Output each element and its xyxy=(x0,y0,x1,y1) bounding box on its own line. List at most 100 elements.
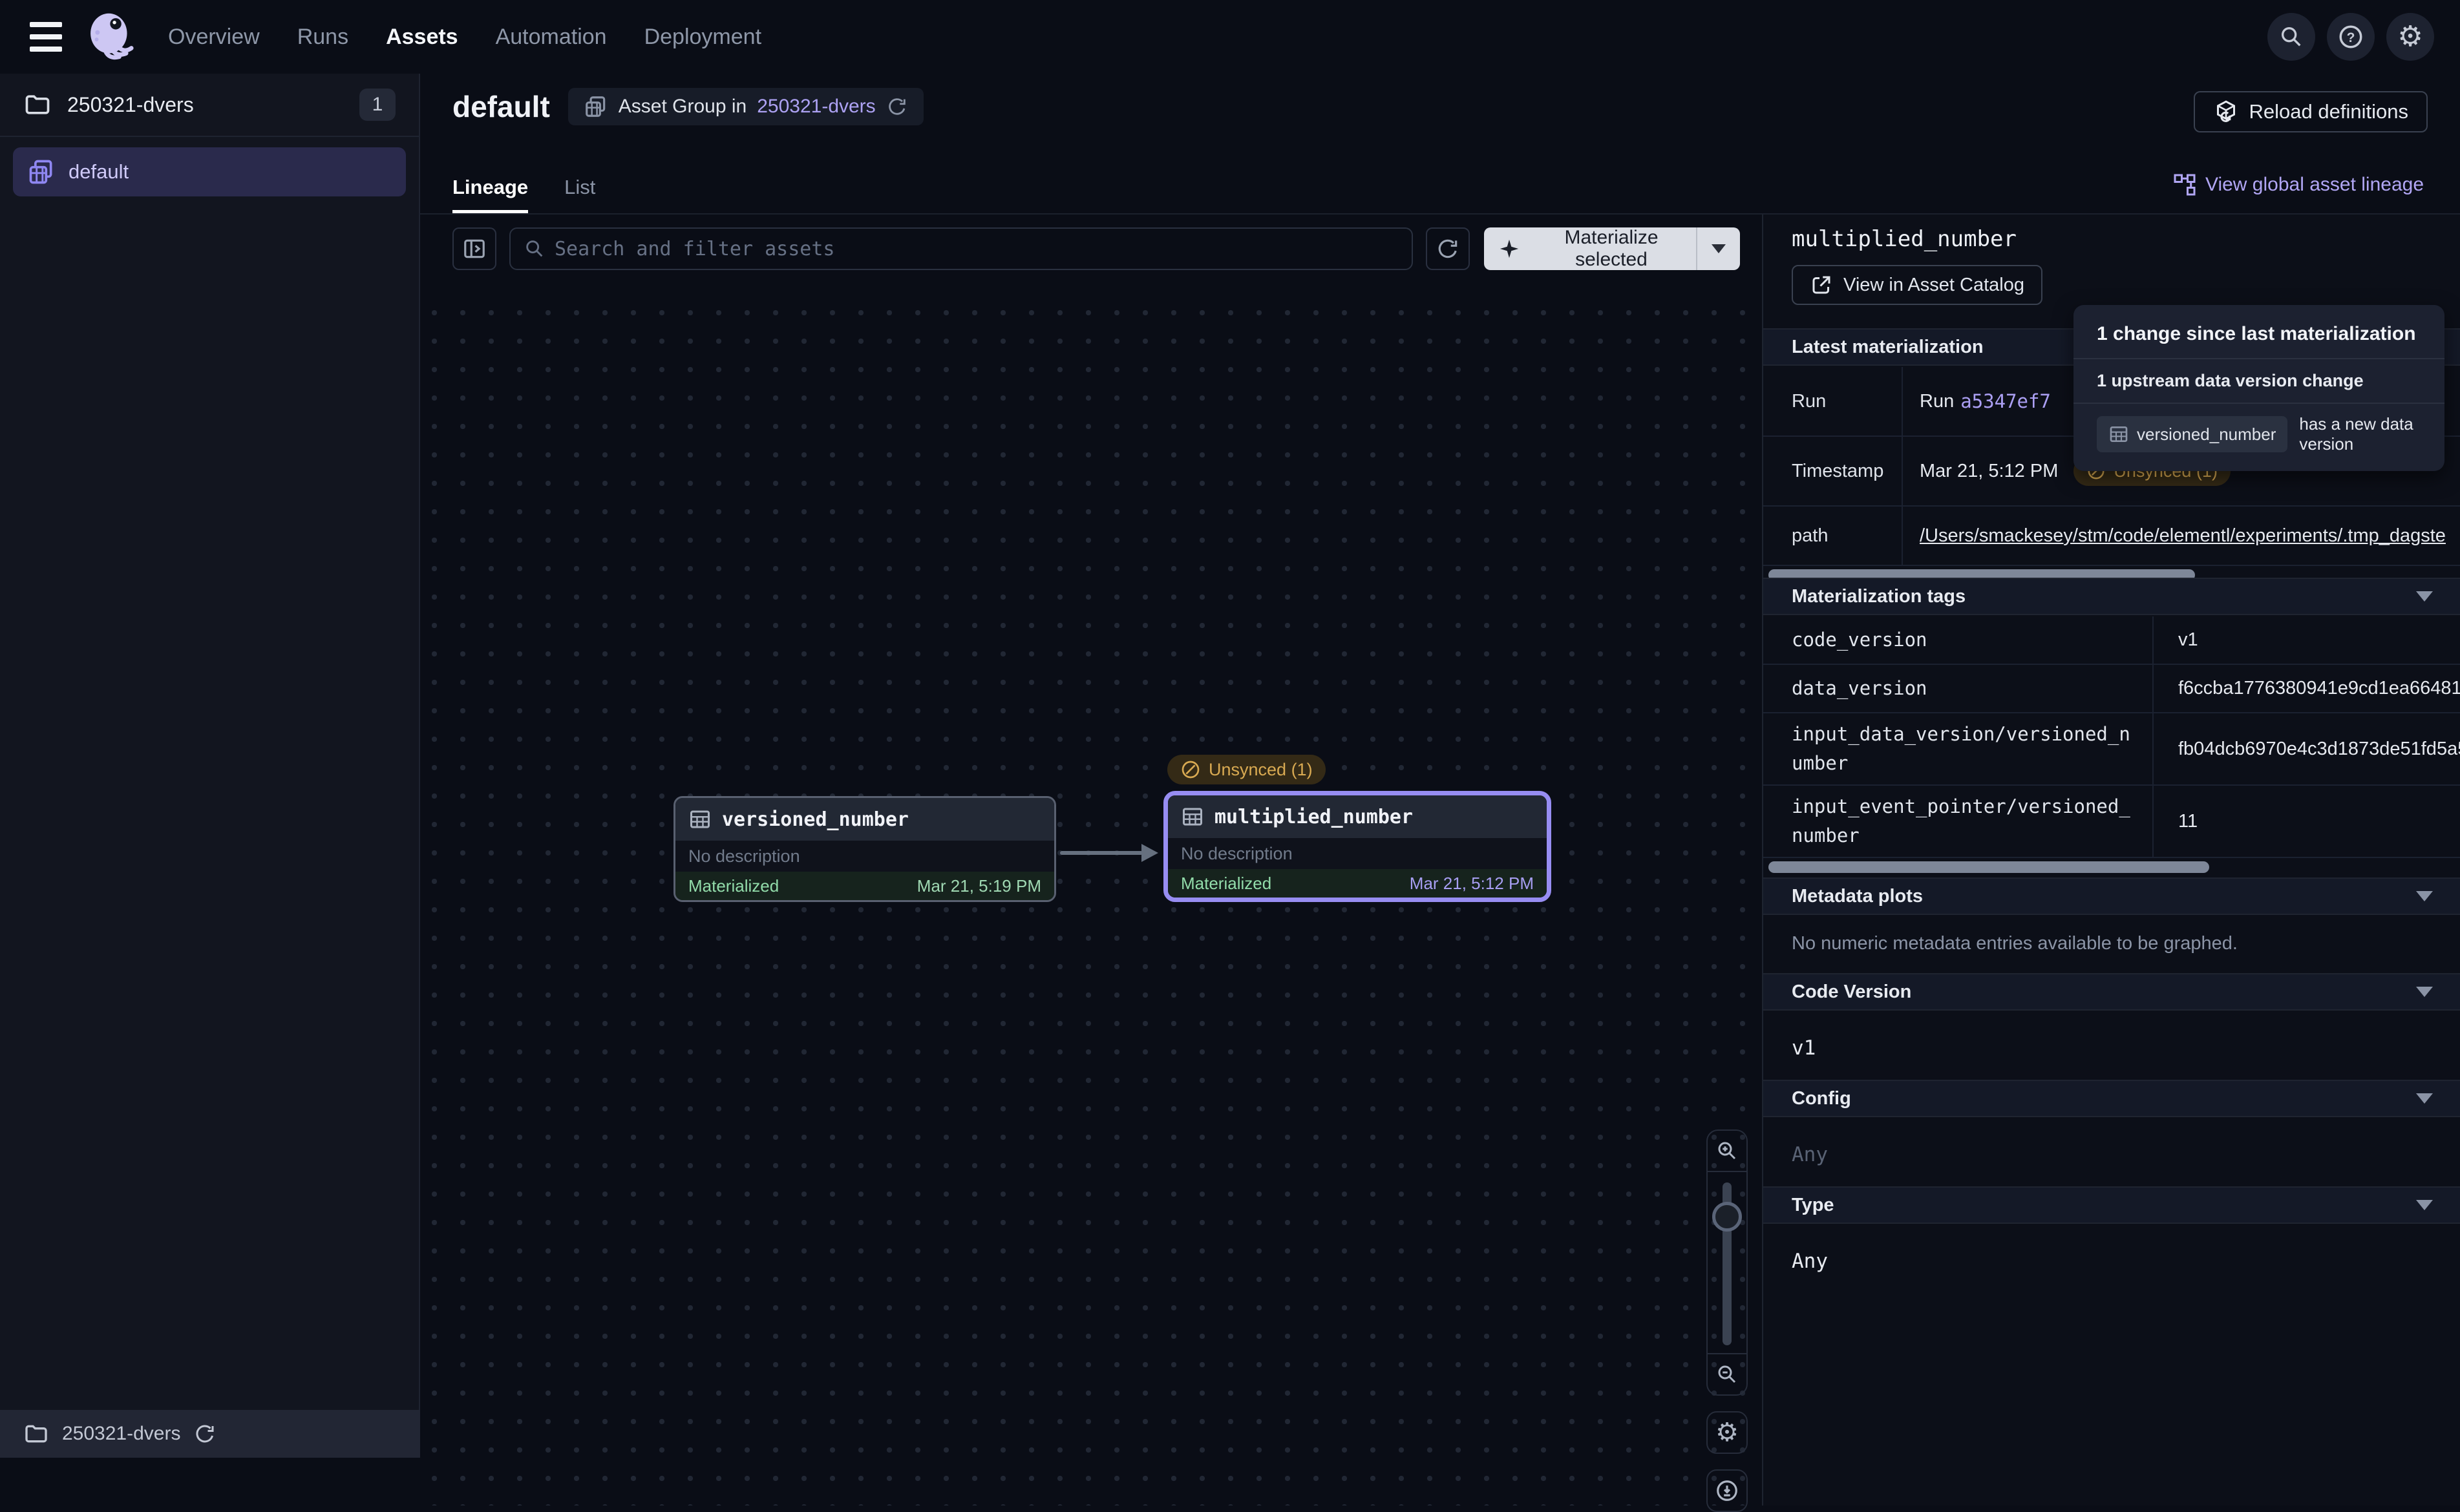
section-type[interactable]: Type xyxy=(1763,1186,2460,1224)
type-value: Any xyxy=(1792,1250,1828,1273)
chevron-down-icon[interactable] xyxy=(2416,1200,2433,1210)
asset-description: No description xyxy=(675,841,1054,872)
materialize-selected-button[interactable]: Materialize selected xyxy=(1484,227,1740,270)
section-code-version[interactable]: Code Version xyxy=(1763,973,2460,1011)
asset-groups-sidebar: 250321-dvers 1 default 250321-dvers xyxy=(0,74,420,1458)
sidebar-item-default[interactable]: default xyxy=(13,147,406,196)
lineage-graph-icon xyxy=(2173,173,2196,196)
search-button[interactable] xyxy=(2267,13,2315,61)
nav-item-overview[interactable]: Overview xyxy=(168,25,260,50)
tag-key: input_event_pointer/versioned_number xyxy=(1763,786,2154,857)
table-row: path /Users/smackesey/stm/code/elementl/… xyxy=(1763,507,2460,566)
menu-icon[interactable] xyxy=(26,13,74,61)
reload-label: Reload definitions xyxy=(2249,100,2408,123)
asset-name: versioned_number xyxy=(722,808,909,831)
footer-group-name: 250321-dvers xyxy=(62,1423,180,1445)
collapse-panel-button[interactable] xyxy=(452,227,496,270)
section-metadata-plots[interactable]: Metadata plots xyxy=(1763,877,2460,915)
path-link[interactable]: /Users/smackesey/stm/code/elementl/exper… xyxy=(1920,525,2446,547)
nav-actions: ? ⚙ xyxy=(2267,13,2434,61)
upstream-asset-name: versioned_number xyxy=(2137,425,2276,445)
chip-group-link[interactable]: 250321-dvers xyxy=(757,96,875,118)
unsynced-badge[interactable]: Unsynced (1) xyxy=(1167,755,1326,784)
nav-item-automation[interactable]: Automation xyxy=(496,25,607,50)
sidebar-footer[interactable]: 250321-dvers xyxy=(0,1410,420,1458)
row-label: Timestamp xyxy=(1763,437,1903,505)
chevron-down-icon[interactable] xyxy=(1712,244,1726,253)
asset-group-icon xyxy=(584,94,608,119)
tag-value: fb04dcb6970e4c3d1873de51fd5a55 xyxy=(2154,713,2460,784)
search-icon xyxy=(2278,24,2304,50)
view-global-lineage-link[interactable]: View global asset lineage xyxy=(2173,173,2424,196)
search-input[interactable] xyxy=(555,238,1399,260)
group-name: 250321-dvers xyxy=(67,93,194,117)
asset-details-panel: multiplied_number View in Asset Catalog … xyxy=(1762,215,2460,1506)
asset-node-multiplied-number[interactable]: multiplied_number No description Materia… xyxy=(1163,791,1551,902)
selected-asset-title: multiplied_number xyxy=(1792,226,2017,252)
run-id-link[interactable]: a5347ef7 xyxy=(1960,390,2051,412)
tag-value: 11 xyxy=(2154,786,2460,857)
tag-value: f6ccba1776380941e9cd1ea66481d8 xyxy=(2154,665,2460,712)
nav-item-assets[interactable]: Assets xyxy=(386,25,458,50)
tag-value: v1 xyxy=(2154,616,2460,664)
tag-key: code_version xyxy=(1763,616,2154,664)
horizontal-scrollbar[interactable] xyxy=(1768,861,2209,873)
section-materialization-tags[interactable]: Materialization tags xyxy=(1763,578,2460,615)
sidebar-item-label: default xyxy=(69,160,129,184)
chevron-down-icon[interactable] xyxy=(2416,891,2433,901)
button-divider xyxy=(1696,227,1697,270)
chevron-down-icon[interactable] xyxy=(2416,1093,2433,1104)
download-icon xyxy=(1715,1478,1739,1503)
zoom-out-icon xyxy=(1715,1363,1739,1386)
zoom-in-button[interactable] xyxy=(1708,1131,1746,1172)
refresh-icon[interactable] xyxy=(193,1422,217,1445)
help-icon: ? xyxy=(2337,23,2364,50)
zoom-slider-knob[interactable] xyxy=(1712,1202,1742,1232)
asset-group-chip[interactable]: Asset Group in 250321-dvers xyxy=(568,88,924,125)
zoom-out-button[interactable] xyxy=(1708,1353,1746,1394)
refresh-icon[interactable] xyxy=(886,96,908,118)
upstream-asset-chip[interactable]: versioned_number xyxy=(2097,416,2287,452)
asset-node-versioned-number[interactable]: versioned_number No description Material… xyxy=(673,796,1056,902)
materialization-timestamp[interactable]: Mar 21, 5:19 PM xyxy=(917,876,1041,896)
catalog-button-label: View in Asset Catalog xyxy=(1843,275,2024,296)
change-tooltip: 1 change since last materialization 1 up… xyxy=(2073,305,2444,471)
materialization-tags-table: code_version v1 data_version f6ccba17763… xyxy=(1763,616,2460,858)
table-icon xyxy=(1181,805,1204,828)
section-title: Latest materialization xyxy=(1792,337,1984,358)
chevron-down-icon[interactable] xyxy=(2416,987,2433,997)
run-prefix: Run xyxy=(1920,391,1954,412)
sidebar-group-row[interactable]: 250321-dvers 1 xyxy=(0,74,419,137)
settings-button[interactable]: ⚙ xyxy=(2386,13,2434,61)
asset-group-icon xyxy=(27,158,56,186)
refresh-graph-button[interactable] xyxy=(1426,227,1470,270)
folder-icon xyxy=(23,90,52,119)
lineage-graph-canvas[interactable]: Materialize selected Unsynced (1) versio… xyxy=(420,215,1762,1506)
help-button[interactable]: ? xyxy=(2327,13,2375,61)
tab-list[interactable]: List xyxy=(564,176,595,213)
dagster-logo[interactable] xyxy=(83,9,138,65)
reload-definitions-button[interactable]: Reload definitions xyxy=(2194,91,2428,132)
view-tabs: Lineage List xyxy=(452,176,595,213)
gear-icon: ⚙ xyxy=(2397,23,2423,51)
chevron-down-icon[interactable] xyxy=(2416,591,2433,602)
nav-item-runs[interactable]: Runs xyxy=(297,25,348,50)
section-config[interactable]: Config xyxy=(1763,1080,2460,1117)
asset-name: multiplied_number xyxy=(1214,806,1413,828)
download-graph-button[interactable] xyxy=(1706,1469,1748,1512)
section-title: Code Version xyxy=(1792,982,1911,1003)
materialization-timestamp[interactable]: Mar 21, 5:12 PM xyxy=(1410,874,1534,894)
nav-item-deployment[interactable]: Deployment xyxy=(644,25,761,50)
section-title: Config xyxy=(1792,1088,1851,1109)
search-icon xyxy=(524,238,546,260)
materialized-status: Materialized xyxy=(688,876,779,896)
group-count-badge: 1 xyxy=(359,89,396,121)
code-version-value: v1 xyxy=(1792,1036,1816,1060)
tab-lineage[interactable]: Lineage xyxy=(452,176,528,213)
table-row: input_event_pointer/versioned_number 11 xyxy=(1763,786,2460,858)
table-icon xyxy=(2108,424,2129,445)
materialize-label: Materialize selected xyxy=(1527,227,1696,271)
view-in-catalog-button[interactable]: View in Asset Catalog xyxy=(1792,265,2042,305)
graph-settings-button[interactable]: ⚙ xyxy=(1706,1411,1748,1454)
asset-search xyxy=(509,227,1413,270)
